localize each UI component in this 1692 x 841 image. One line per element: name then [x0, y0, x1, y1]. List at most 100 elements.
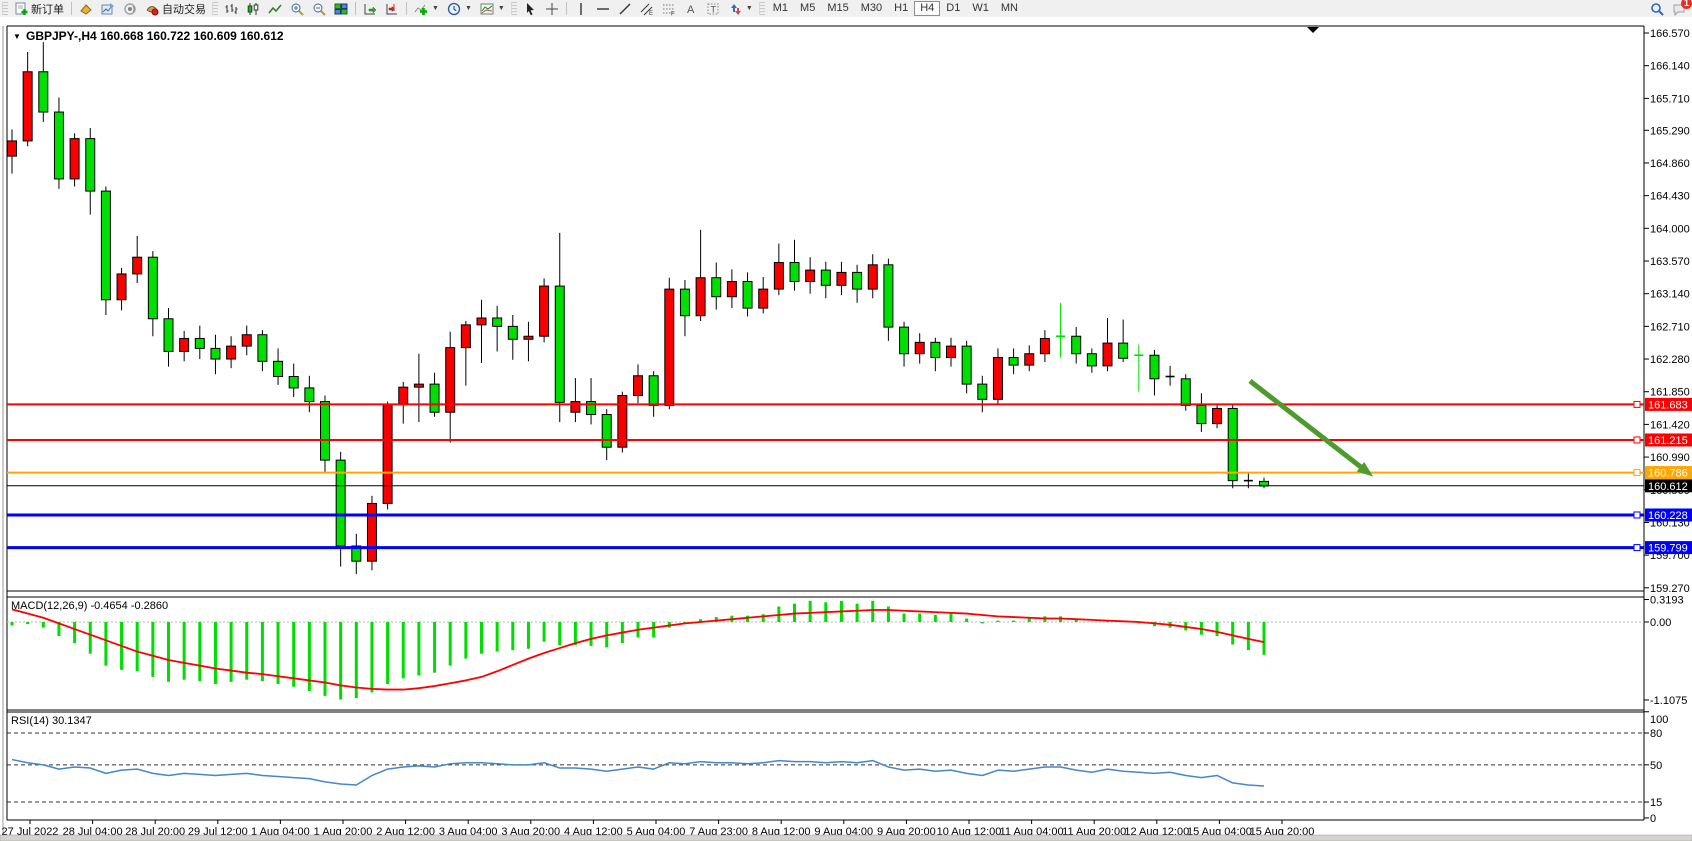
auto-trading-label: 自动交易 — [162, 1, 206, 17]
candle-body — [305, 388, 314, 402]
new-order-label: 新订单 — [31, 1, 64, 17]
price-tick-label: 164.430 — [1650, 191, 1690, 203]
styler-button[interactable] — [75, 0, 97, 17]
chart-title: GBPJPY-,H4 160.668 160.722 160.609 160.6… — [26, 29, 284, 43]
price-tick-label: 162.710 — [1650, 321, 1690, 333]
candle — [383, 402, 392, 510]
hline-handle[interactable] — [1634, 512, 1640, 518]
candle — [367, 496, 376, 570]
templates-button[interactable]: ▼ — [476, 0, 509, 17]
candle-body — [1009, 358, 1018, 366]
candle-body — [1087, 354, 1096, 366]
symbol-menu-icon[interactable]: ▼ — [13, 32, 21, 41]
hline-handle[interactable] — [1634, 437, 1640, 443]
text-tool-button[interactable]: A — [680, 0, 702, 17]
toolbar-grip[interactable] — [511, 2, 517, 15]
cursor-tool-button[interactable] — [519, 0, 541, 17]
timeframe-D1[interactable]: D1 — [940, 1, 966, 16]
auto-scroll-icon — [363, 2, 377, 16]
bar-chart-button[interactable] — [220, 0, 242, 17]
auto-trading-button[interactable]: 自动交易 — [141, 0, 210, 17]
chevron-down-icon: ▼ — [432, 5, 439, 12]
candle-body — [821, 270, 830, 285]
candle-body — [962, 346, 971, 384]
candle-body — [211, 348, 220, 359]
periods-button[interactable]: ▼ — [443, 0, 476, 17]
rsi-tick-label: 100 — [1650, 714, 1668, 726]
candle — [70, 133, 79, 186]
hline-price-flag-text: 159.799 — [1648, 543, 1688, 555]
candle-body — [790, 263, 799, 282]
hline-handle[interactable] — [1634, 545, 1640, 551]
rsi-label: RSI(14) 30.1347 — [11, 715, 92, 727]
tile-windows-button[interactable] — [330, 0, 352, 17]
candle-body — [274, 361, 283, 376]
horizontal-line-tool-button[interactable] — [592, 0, 614, 17]
vertical-line-tool-button[interactable] — [570, 0, 592, 17]
candle-body — [540, 286, 549, 336]
price-tick-label: 166.570 — [1650, 28, 1690, 40]
candle-body — [649, 376, 658, 406]
notifications-button[interactable]: 1 — [1672, 2, 1686, 16]
timeframe-M1[interactable]: M1 — [767, 1, 794, 16]
timeframe-M15[interactable]: M15 — [821, 1, 854, 16]
candle-body — [743, 282, 752, 309]
timeframe-MN[interactable]: MN — [995, 1, 1024, 16]
new-order-button[interactable]: 新订单 — [10, 0, 68, 17]
text-label-tool-button[interactable]: T — [702, 0, 724, 17]
toolbar-grip[interactable] — [212, 2, 218, 15]
channel-tool-button[interactable]: E — [636, 0, 658, 17]
sound-button[interactable] — [119, 0, 141, 17]
chart-canvas[interactable]: 166.570166.140165.710165.290164.860164.4… — [0, 17, 1692, 841]
candle-body — [508, 326, 517, 339]
candle-body — [712, 278, 721, 297]
candle-body — [931, 342, 940, 357]
candle-body — [164, 319, 173, 352]
macd-tick-label: 0.3193 — [1650, 595, 1684, 607]
trendline-tool-button[interactable] — [614, 0, 636, 17]
candle — [101, 187, 110, 315]
candlestick-chart-button[interactable] — [242, 0, 264, 17]
timeframe-M30[interactable]: M30 — [855, 1, 888, 16]
paint-bucket-icon — [79, 2, 93, 16]
main-toolbar: 新订单 自动交易 — [0, 0, 1692, 18]
zoom-out-button[interactable] — [308, 0, 330, 17]
toolbar-grip[interactable] — [2, 2, 8, 15]
chart-shift-button[interactable] — [381, 0, 403, 17]
candle-body — [1260, 481, 1269, 486]
timeframe-H4[interactable]: H4 — [914, 1, 940, 16]
auto-scroll-button[interactable] — [359, 0, 381, 17]
candle-body — [993, 358, 1002, 400]
candle-body — [414, 384, 423, 387]
template-icon — [480, 2, 494, 16]
candle-body — [8, 141, 17, 156]
hline-handle[interactable] — [1634, 470, 1640, 476]
arrow-shapes-icon — [728, 2, 742, 16]
hline-handle[interactable] — [1634, 401, 1640, 407]
crosshair-tool-button[interactable] — [541, 0, 563, 17]
svg-text:E: E — [649, 11, 653, 16]
timeframe-M5[interactable]: M5 — [794, 1, 821, 16]
profile-button[interactable] — [97, 0, 119, 17]
clock-icon — [447, 2, 461, 16]
candle-body — [133, 257, 142, 274]
timeframe-H1[interactable]: H1 — [888, 1, 914, 16]
line-chart-button[interactable] — [264, 0, 286, 17]
zoom-in-button[interactable] — [286, 0, 308, 17]
sound-icon — [123, 2, 137, 16]
search-icon[interactable] — [1650, 2, 1664, 16]
fibonacci-tool-button[interactable]: F — [658, 0, 680, 17]
candle-body — [524, 336, 533, 339]
candle-body — [1197, 405, 1206, 423]
rsi-tick-label: 80 — [1650, 728, 1662, 740]
vertical-line-icon — [574, 2, 588, 16]
candle-body — [430, 384, 439, 412]
arrows-tool-button[interactable]: ▼ — [724, 0, 757, 17]
candle-body — [555, 286, 564, 402]
candle-body — [39, 72, 48, 112]
toolbar-grip[interactable] — [759, 2, 765, 15]
timeframe-W1[interactable]: W1 — [966, 1, 995, 16]
indicators-button[interactable]: ▼ — [410, 0, 443, 17]
price-tick-label: 164.860 — [1650, 158, 1690, 170]
candle — [540, 278, 549, 342]
